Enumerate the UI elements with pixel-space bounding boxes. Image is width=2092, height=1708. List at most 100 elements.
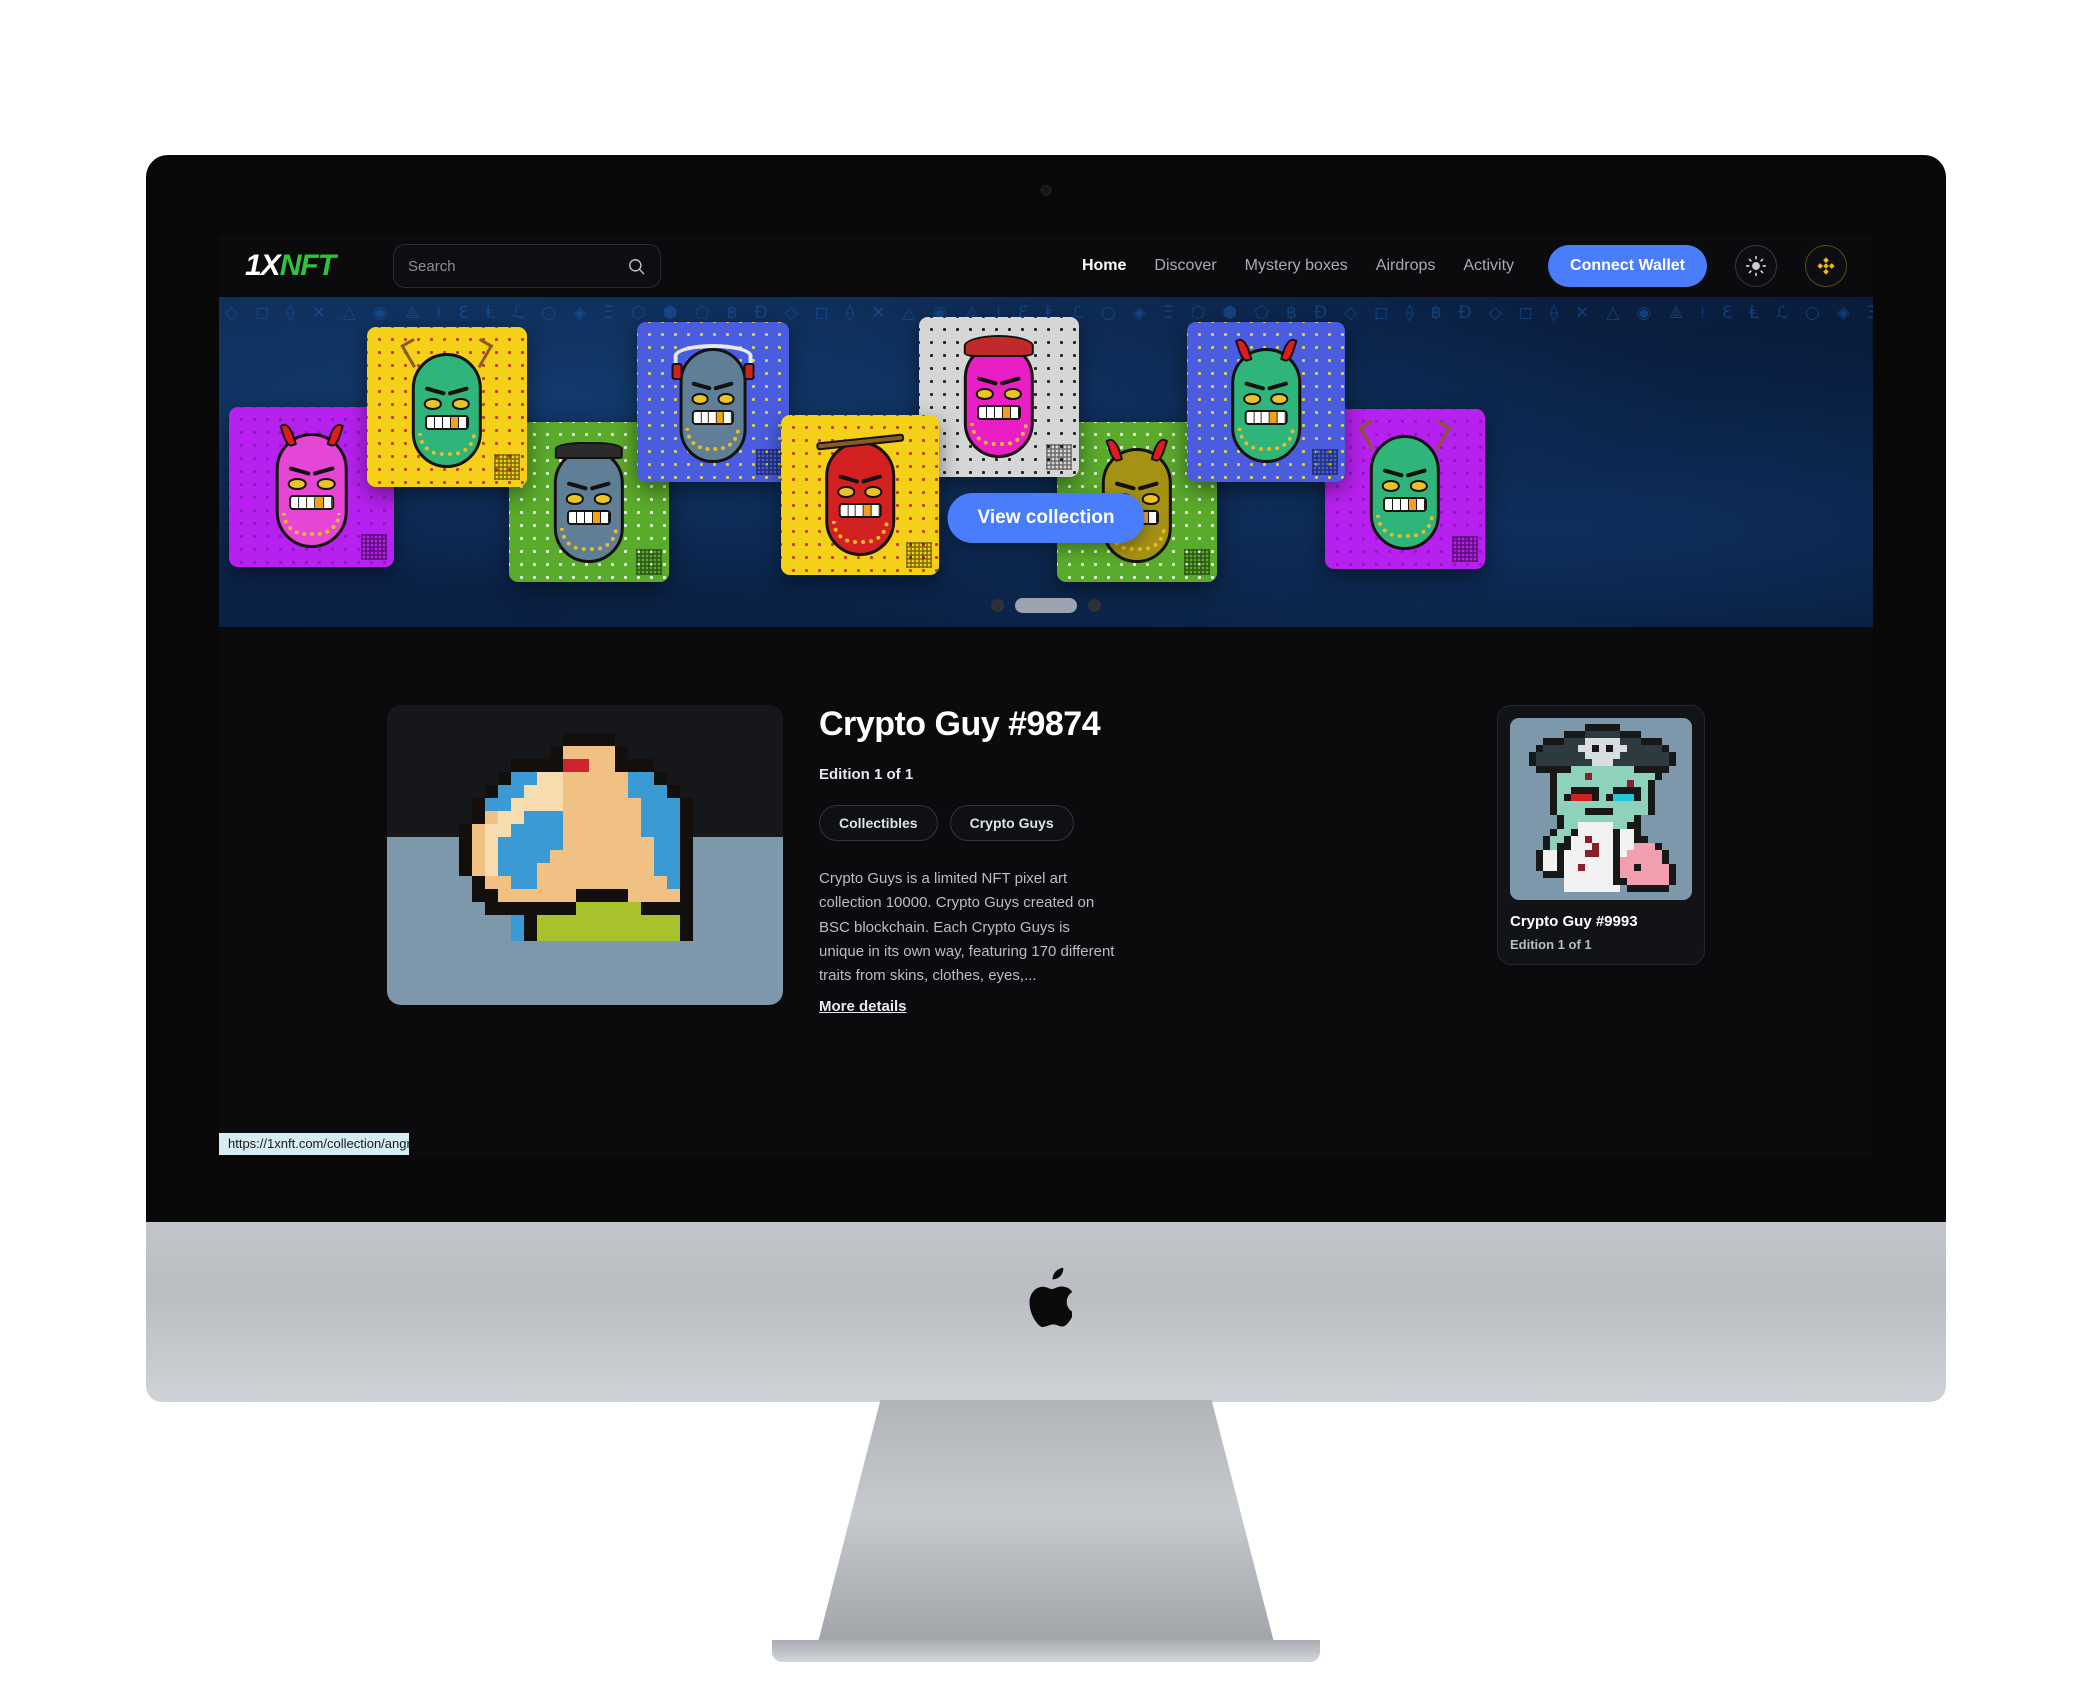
hero-nft-card[interactable] bbox=[1187, 322, 1345, 482]
pixel bbox=[680, 915, 693, 928]
pixel bbox=[602, 850, 615, 863]
imac-stand-neck bbox=[816, 1400, 1276, 1650]
nav-item-mystery-boxes[interactable]: Mystery boxes bbox=[1245, 257, 1348, 275]
pixel bbox=[511, 837, 524, 850]
pixel bbox=[524, 811, 537, 824]
more-details-link[interactable]: More details bbox=[819, 998, 907, 1015]
carousel-dot-3[interactable] bbox=[1088, 599, 1101, 612]
bean-character bbox=[1231, 336, 1301, 463]
qr-code-badge bbox=[756, 449, 782, 475]
pixel bbox=[550, 824, 563, 837]
pixel bbox=[602, 915, 615, 928]
pixel bbox=[628, 902, 641, 915]
carousel-dot-2[interactable] bbox=[1015, 598, 1077, 613]
hero-nft-card[interactable] bbox=[1325, 409, 1485, 569]
sun-icon bbox=[1745, 255, 1767, 277]
pixel bbox=[615, 824, 628, 837]
eyebrow bbox=[424, 386, 446, 396]
pixel bbox=[641, 850, 654, 863]
eyebrow bbox=[312, 466, 335, 476]
pixel bbox=[654, 876, 667, 889]
pixel bbox=[602, 889, 615, 902]
hero-nft-card[interactable] bbox=[637, 322, 789, 482]
pixel bbox=[602, 785, 615, 798]
pixel bbox=[563, 772, 576, 785]
pixel bbox=[641, 876, 654, 889]
pixel bbox=[511, 902, 524, 915]
pixel bbox=[576, 746, 589, 759]
search-icon[interactable] bbox=[627, 257, 646, 276]
pixel bbox=[680, 928, 693, 941]
binance-bnb-icon bbox=[1817, 257, 1835, 275]
tag-collectibles[interactable]: Collectibles bbox=[819, 805, 938, 841]
bean-character bbox=[963, 334, 1035, 458]
pixel bbox=[628, 837, 641, 850]
pixel bbox=[550, 915, 563, 928]
pixel bbox=[667, 811, 680, 824]
pixel bbox=[602, 772, 615, 785]
headphones-icon bbox=[673, 343, 753, 368]
view-collection-button[interactable]: View collection bbox=[947, 493, 1145, 543]
eye bbox=[1141, 493, 1161, 505]
pixel bbox=[472, 863, 485, 876]
carousel-dot-1[interactable] bbox=[991, 599, 1004, 612]
related-nft-edition: Edition 1 of 1 bbox=[1510, 937, 1592, 952]
chain-selector-button[interactable] bbox=[1805, 245, 1847, 287]
pixel bbox=[589, 785, 602, 798]
pixel bbox=[667, 902, 680, 915]
nav-item-activity[interactable]: Activity bbox=[1463, 257, 1514, 275]
pixel bbox=[641, 915, 654, 928]
nav-item-discover[interactable]: Discover bbox=[1154, 257, 1216, 275]
pixel bbox=[472, 889, 485, 902]
pixel bbox=[550, 746, 563, 759]
pixel bbox=[654, 902, 667, 915]
pixel bbox=[680, 876, 693, 889]
pixel bbox=[680, 798, 693, 811]
main-nav: Home Discover Mystery boxes Airdrops Act… bbox=[1082, 245, 1847, 287]
nft-main-image[interactable] bbox=[387, 705, 783, 1005]
eyebrow bbox=[1000, 376, 1022, 386]
hero-nft-card[interactable] bbox=[919, 317, 1079, 477]
pixel bbox=[524, 928, 537, 941]
pixel bbox=[472, 837, 485, 850]
pixel bbox=[615, 785, 628, 798]
pixel bbox=[654, 824, 667, 837]
theme-toggle-button[interactable] bbox=[1735, 245, 1777, 287]
pixel bbox=[641, 824, 654, 837]
pixel bbox=[641, 798, 654, 811]
eyebrow bbox=[1382, 468, 1404, 478]
eyebrow bbox=[837, 474, 859, 484]
pixel bbox=[576, 759, 589, 772]
pixel bbox=[511, 850, 524, 863]
nft-edition: Edition 1 of 1 bbox=[819, 766, 914, 783]
tag-crypto-guys[interactable]: Crypto Guys bbox=[949, 805, 1074, 841]
browser-status-bar-url: https://1xnft.com/collection/angry-beans bbox=[219, 1133, 409, 1155]
site-logo[interactable]: 1XNFT bbox=[245, 249, 336, 283]
pixel bbox=[576, 902, 589, 915]
hero-nft-card[interactable] bbox=[367, 327, 527, 487]
pixel bbox=[576, 811, 589, 824]
pixel bbox=[511, 785, 524, 798]
eyebrow bbox=[861, 474, 883, 484]
pixel bbox=[1655, 773, 1663, 781]
pixel bbox=[537, 928, 550, 941]
related-nft-card[interactable]: Crypto Guy #9993 Edition 1 of 1 bbox=[1497, 705, 1705, 965]
pixel bbox=[615, 902, 628, 915]
connect-wallet-button[interactable]: Connect Wallet bbox=[1548, 245, 1707, 287]
hero-nft-card[interactable] bbox=[781, 415, 939, 575]
pixel bbox=[641, 759, 654, 772]
pixel bbox=[498, 772, 511, 785]
pixel bbox=[602, 733, 615, 746]
pixel bbox=[563, 733, 576, 746]
nav-item-airdrops[interactable]: Airdrops bbox=[1376, 257, 1436, 275]
pixel bbox=[589, 733, 602, 746]
hero-carousel[interactable]: ◇◻⟠✕△◉⟁⟊ꜪⱠℒ○◈Ξ⬡⬢⬠฿Ð◇◻⟠✕△◉⟁⟊ꜪⱠℒ○◈Ξ⬡⬢⬠฿Ð◇◻… bbox=[219, 297, 1873, 627]
pixel bbox=[589, 850, 602, 863]
eyebrow bbox=[1267, 381, 1289, 391]
brain-hair bbox=[963, 334, 1035, 357]
pixel bbox=[563, 759, 576, 772]
search-box[interactable] bbox=[393, 244, 662, 288]
search-input[interactable] bbox=[408, 257, 628, 275]
nav-item-home[interactable]: Home bbox=[1082, 257, 1126, 275]
pixel bbox=[602, 876, 615, 889]
